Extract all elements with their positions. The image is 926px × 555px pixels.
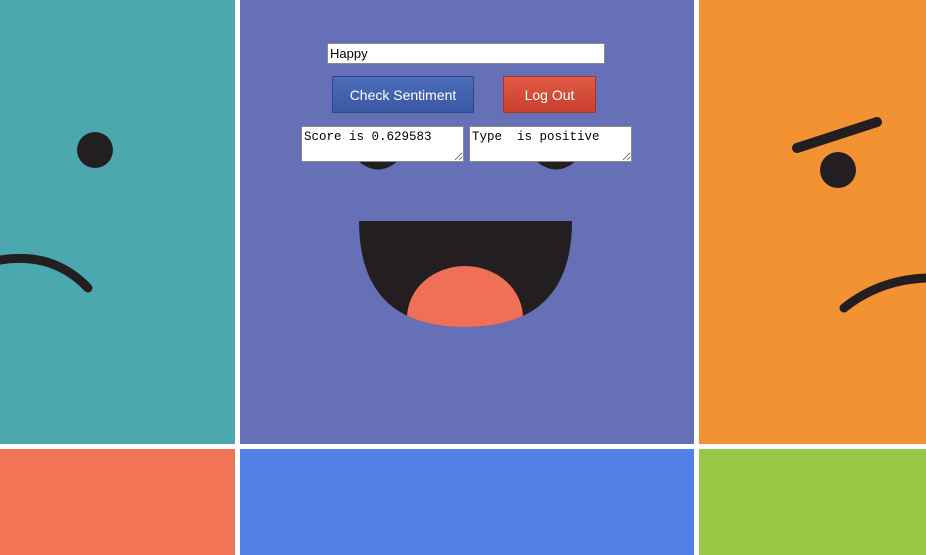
check-sentiment-button[interactable]: Check Sentiment: [332, 76, 474, 113]
green-tile: [699, 449, 926, 555]
laughing-face-icon: [240, 0, 694, 444]
score-output[interactable]: Score is 0.629583: [301, 126, 464, 162]
coral-tile: [0, 449, 235, 555]
log-out-button[interactable]: Log Out: [503, 76, 596, 113]
blue-tile: [240, 449, 694, 555]
sad-face-eye: [77, 132, 113, 168]
type-output[interactable]: Type is positive: [469, 126, 632, 162]
sentiment-text-input[interactable]: [327, 43, 605, 64]
sad-face-icon: [0, 0, 235, 444]
frowning-face-icon: [699, 0, 926, 444]
frowning-face-eye: [820, 152, 856, 188]
frowning-face-background: [699, 0, 926, 444]
frowning-face-tile: [699, 0, 926, 444]
sad-face-tile: [0, 0, 235, 444]
laughing-face-tile: [240, 0, 694, 444]
sad-face-background: [0, 0, 235, 444]
